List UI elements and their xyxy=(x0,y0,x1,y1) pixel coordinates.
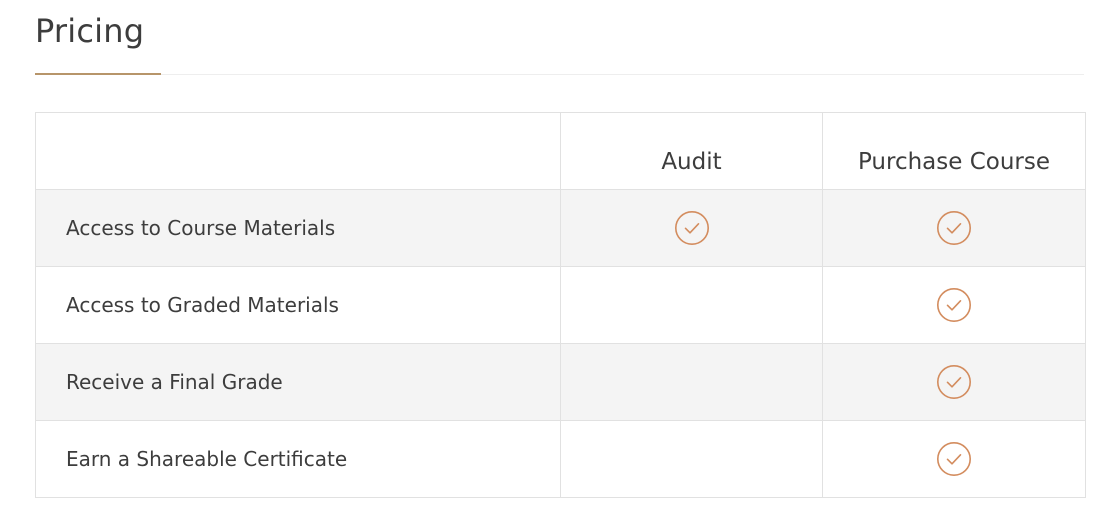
section-heading: Pricing xyxy=(35,10,1084,75)
feature-label: Earn a Shareable Certificate xyxy=(35,420,561,498)
table-row: Access to Course Materials xyxy=(35,189,1086,267)
check-circle-icon xyxy=(936,441,972,477)
table-row: Access to Graded Materials xyxy=(35,266,1086,344)
table-row: Receive a Final Grade xyxy=(35,343,1086,421)
pricing-header-row: Audit Purchase Course xyxy=(35,112,1086,190)
feature-label: Access to Graded Materials xyxy=(35,266,561,344)
audit-cell xyxy=(560,343,823,421)
header-purchase-course: Purchase Course xyxy=(822,112,1086,190)
purchase-cell xyxy=(822,420,1086,498)
audit-cell xyxy=(560,189,823,267)
table-row: Earn a Shareable Certificate xyxy=(35,420,1086,498)
feature-label: Access to Course Materials xyxy=(35,189,561,267)
header-audit: Audit xyxy=(560,112,823,190)
audit-cell xyxy=(560,266,823,344)
check-circle-icon xyxy=(674,210,710,246)
feature-label: Receive a Final Grade xyxy=(35,343,561,421)
purchase-cell xyxy=(822,266,1086,344)
purchase-cell xyxy=(822,189,1086,267)
pricing-table: Audit Purchase Course Access to Course M… xyxy=(35,112,1086,498)
check-circle-icon xyxy=(936,364,972,400)
title-underline xyxy=(35,73,161,75)
purchase-cell xyxy=(822,343,1086,421)
header-feature xyxy=(35,112,561,190)
audit-cell xyxy=(560,420,823,498)
check-circle-icon xyxy=(936,210,972,246)
pricing-section: Pricing Audit Purchase Course Access to … xyxy=(0,0,1096,512)
page-title: Pricing xyxy=(35,12,145,50)
check-circle-icon xyxy=(936,287,972,323)
